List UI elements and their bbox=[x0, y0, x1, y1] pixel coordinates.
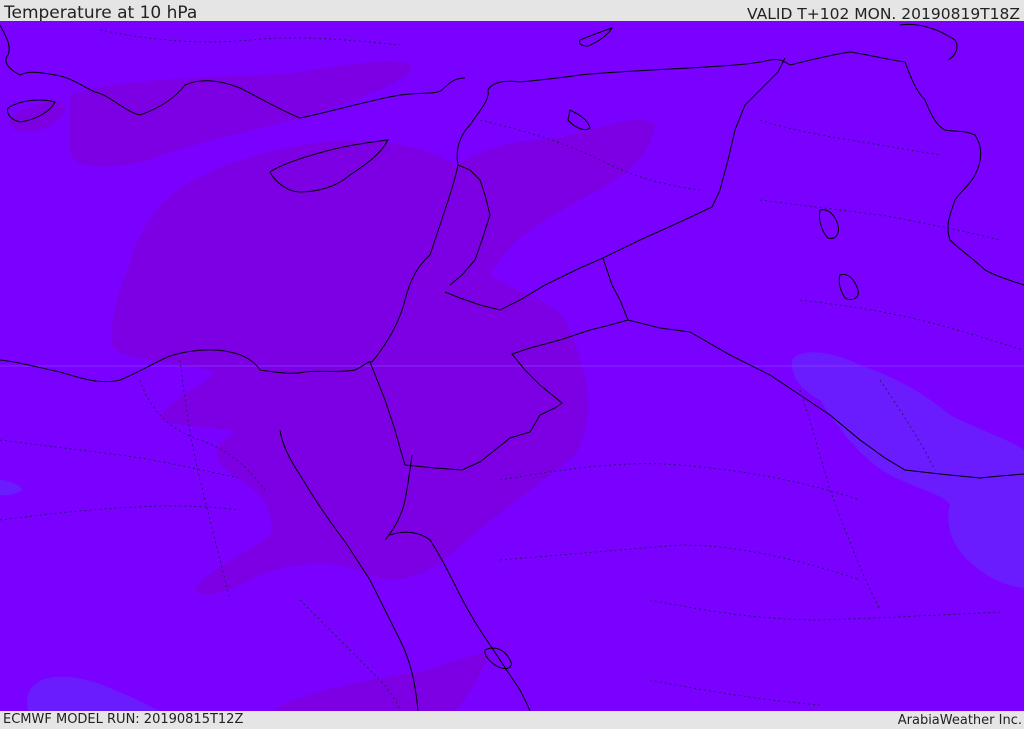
map-header: Temperature at 10 hPa VALID T+102 MON. 2… bbox=[0, 0, 1024, 23]
map-title: Temperature at 10 hPa bbox=[4, 3, 198, 23]
model-run-label: ECMWF MODEL RUN: 20190815T12Z bbox=[3, 712, 244, 727]
credit-label: ArabiaWeather Inc. bbox=[897, 713, 1022, 728]
weather-map bbox=[0, 21, 1024, 711]
map-footer: ECMWF MODEL RUN: 20190815T12Z ArabiaWeat… bbox=[0, 711, 1024, 729]
